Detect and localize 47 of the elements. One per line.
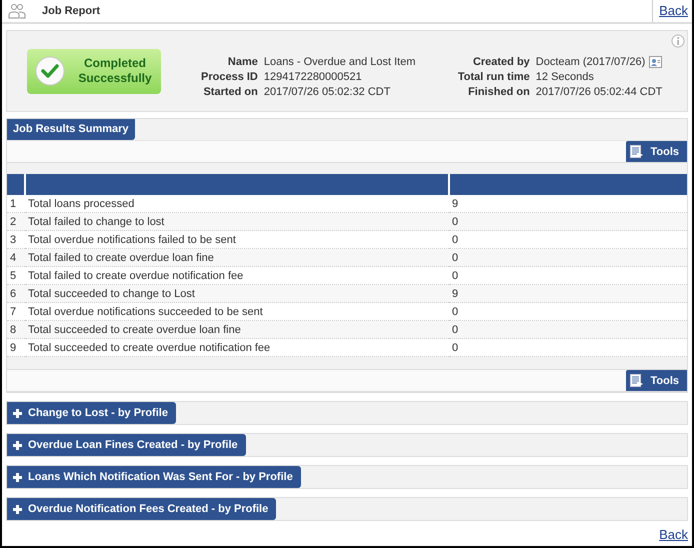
table-cell: 0 [449, 212, 687, 230]
detail-value: Docteam (2017/07/26) [536, 56, 646, 68]
table-cell: 9 [7, 338, 25, 356]
list-icon [630, 374, 644, 387]
table-cell: Total succeeded to create overdue notification fee [25, 338, 449, 356]
info-icon [671, 34, 685, 48]
table-cell: Total succeeded to create overdue loan fine [25, 320, 449, 338]
detail-label: Name [226, 56, 258, 68]
table-cell: Total failed to create overdue loan fine [25, 248, 449, 266]
status-text: Completed Successfully [77, 56, 153, 86]
back-link[interactable]: Back [653, 527, 692, 542]
list-icon [630, 145, 644, 158]
table-cell: 2 [7, 212, 25, 230]
table-cell: Total succeeded to change to Lost [25, 284, 449, 302]
people-icon [8, 3, 26, 19]
table-cell: 9 [449, 284, 687, 302]
detail-value: Loans - Overdue and Lost Item [264, 56, 416, 68]
plus-icon [13, 504, 22, 514]
back-link[interactable]: Back [652, 0, 692, 22]
table-cell: 4 [7, 248, 25, 266]
plus-icon [13, 408, 22, 418]
section-toggle[interactable]: Overdue Notification Fees Created - by Profile [7, 498, 276, 520]
section-toggle[interactable]: Overdue Loan Fines Created - by Profile [7, 434, 246, 456]
check-icon [35, 56, 65, 86]
detail-value: 2017/07/26 05:02:44 CDT [536, 86, 662, 98]
table-cell: Total failed to change to lost [25, 212, 449, 230]
detail-label: Finished on [467, 86, 530, 98]
table-cell: 8 [7, 320, 25, 338]
table-cell: 0 [449, 338, 687, 356]
tools-button[interactable]: Tools [626, 370, 687, 391]
tools-button[interactable]: Tools [626, 141, 687, 162]
detail-label: Total run time [458, 71, 530, 83]
table-cell: 0 [449, 320, 687, 338]
detail-label: Created by [472, 56, 530, 68]
section-toggle[interactable]: Change to Lost - by Profile [7, 402, 176, 424]
plus-icon [13, 472, 22, 482]
table-cell: 6 [7, 284, 25, 302]
user-card-icon[interactable] [649, 56, 662, 68]
page-title: Job Report [42, 5, 102, 17]
detail-label: Started on [202, 86, 258, 98]
table-cell: 0 [449, 248, 687, 266]
detail-value: 1294172280000521 [264, 71, 362, 83]
detail-label: Process ID [201, 71, 258, 83]
section-toggle[interactable]: Loans Which Notification Was Sent For - by Profile [7, 466, 301, 488]
detail-value: 12 Seconds [536, 71, 594, 83]
detail-value: 2017/07/26 05:02:32 CDT [264, 86, 390, 98]
plus-icon [13, 440, 22, 450]
